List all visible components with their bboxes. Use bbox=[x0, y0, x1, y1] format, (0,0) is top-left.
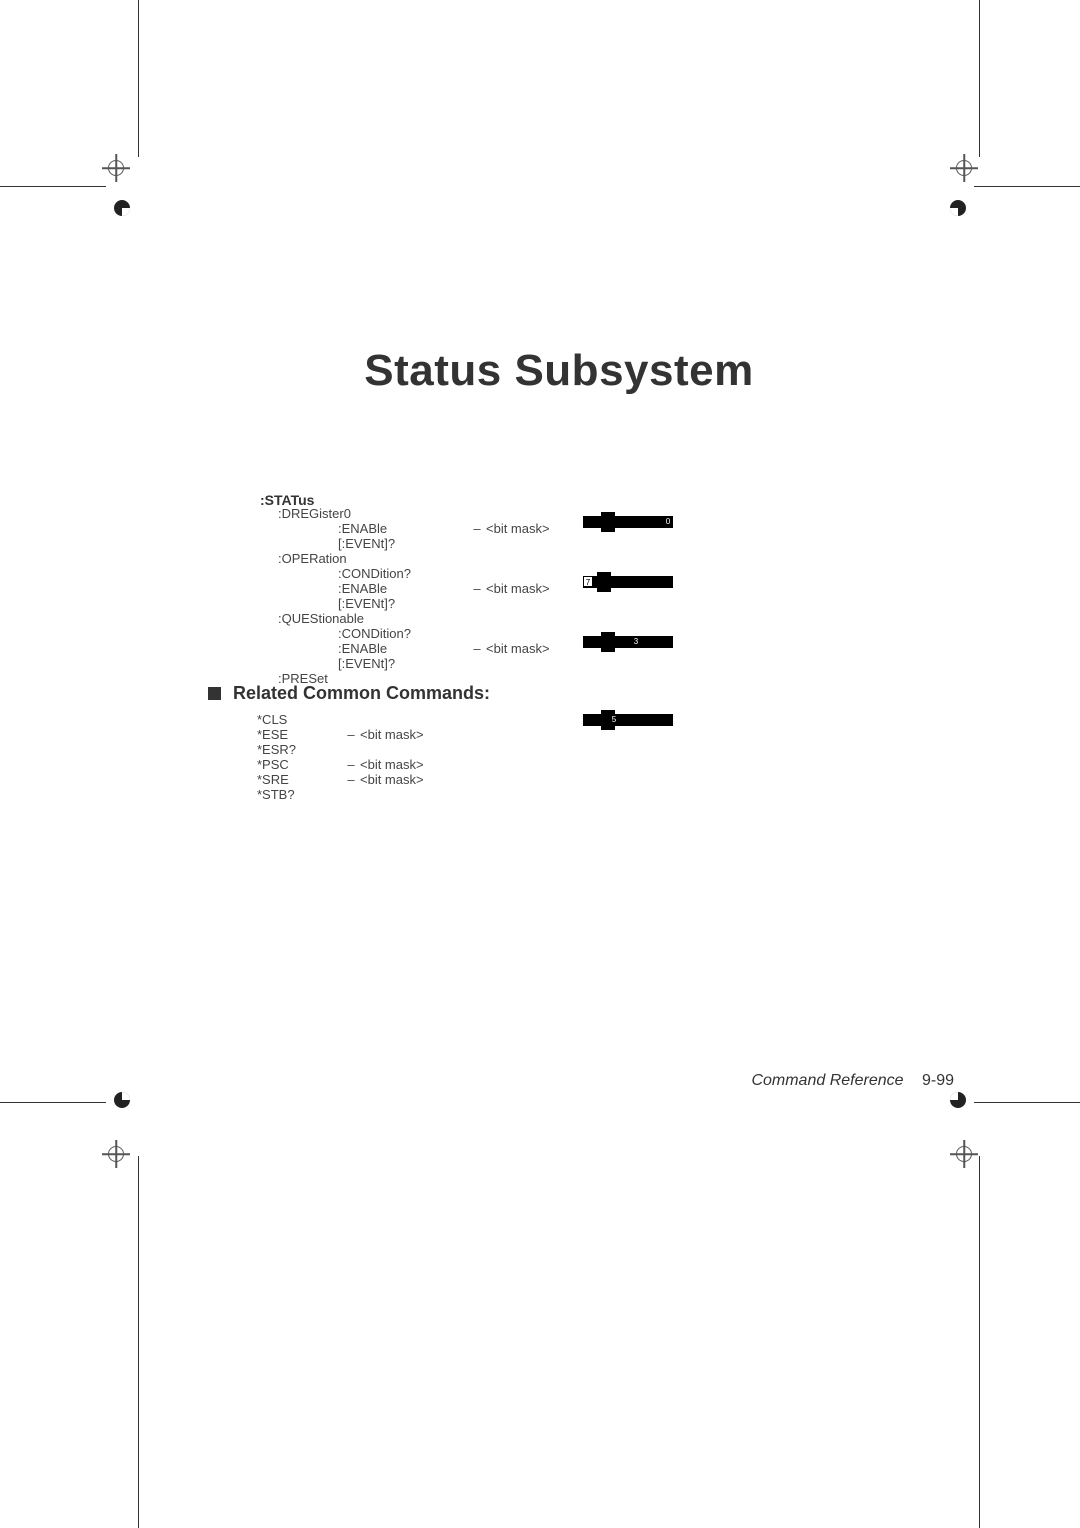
tree-oper: :OPERation bbox=[278, 551, 408, 566]
page-title: Status Subsystem bbox=[138, 346, 980, 396]
tree-ques: :QUEStionable bbox=[278, 611, 408, 626]
crop-mark bbox=[979, 1156, 980, 1528]
crop-mark bbox=[974, 186, 1080, 187]
tree-dreg-enable: :ENABle bbox=[338, 521, 468, 536]
crop-mark bbox=[138, 1156, 139, 1528]
page-footer: Command Reference 9-99 bbox=[751, 1072, 954, 1090]
thumb-tab: 5 bbox=[583, 710, 673, 730]
register-mark-icon bbox=[950, 154, 978, 182]
thumb-tab: 3 bbox=[583, 632, 673, 652]
bullet-square-icon bbox=[208, 687, 221, 700]
footer-page-number: 9-99 bbox=[922, 1072, 954, 1089]
tree-dreg-event: [:EVENt]? bbox=[338, 536, 468, 551]
separator: – bbox=[468, 581, 486, 596]
tree-oper-event: [:EVENt]? bbox=[338, 596, 468, 611]
cmd-psc-arg: <bit mask> bbox=[360, 757, 424, 772]
halftone-dot-icon bbox=[114, 200, 130, 216]
register-mark-icon bbox=[950, 1140, 978, 1168]
cmd-psc: *PSC bbox=[257, 757, 342, 772]
cmd-sre: *SRE bbox=[257, 772, 342, 787]
page-content: Status Subsystem :STATus :DREGister0 :EN… bbox=[138, 186, 980, 1102]
section-heading-text: Related Common Commands: bbox=[233, 683, 490, 703]
cmd-ese: *ESE bbox=[257, 727, 342, 742]
tree-oper-enable: :ENABle bbox=[338, 581, 468, 596]
separator: – bbox=[468, 521, 486, 536]
cmd-esr: *ESR? bbox=[257, 742, 342, 757]
cmd-ese-arg: <bit mask> bbox=[360, 727, 424, 742]
tree-ques-enable-arg: <bit mask> bbox=[486, 641, 550, 656]
register-mark-icon bbox=[102, 154, 130, 182]
tree-ques-event: [:EVENt]? bbox=[338, 656, 468, 671]
cmd-sre-arg: <bit mask> bbox=[360, 772, 424, 787]
section-heading: Related Common Commands: bbox=[208, 683, 490, 704]
thumb-tab-num: 7 bbox=[583, 576, 593, 587]
thumb-tab-num: 5 bbox=[609, 714, 619, 725]
tree-oper-enable-arg: <bit mask> bbox=[486, 581, 550, 596]
thumb-tab: 7 bbox=[583, 572, 673, 592]
halftone-dot-icon bbox=[114, 1092, 130, 1108]
crop-mark bbox=[974, 1102, 1080, 1103]
crop-mark bbox=[0, 186, 106, 187]
separator: – bbox=[342, 772, 360, 787]
tree-dreg: :DREGister0 bbox=[278, 506, 408, 521]
crop-mark bbox=[138, 0, 139, 157]
common-commands: *CLS *ESE – <bit mask> *ESR? *PSC – <bit… bbox=[257, 712, 424, 802]
thumb-tab: 0 bbox=[583, 512, 673, 532]
tree-ques-enable: :ENABle bbox=[338, 641, 468, 656]
separator: – bbox=[342, 727, 360, 742]
thumb-tab-num: 0 bbox=[663, 516, 673, 527]
scpi-tree: :DREGister0 :ENABle – <bit mask> [:EVENt… bbox=[278, 506, 550, 686]
tree-dreg-enable-arg: <bit mask> bbox=[486, 521, 550, 536]
thumb-tab-num: 3 bbox=[631, 636, 641, 647]
register-mark-icon bbox=[102, 1140, 130, 1168]
cmd-stb: *STB? bbox=[257, 787, 342, 802]
separator: – bbox=[468, 641, 486, 656]
footer-label: Command Reference bbox=[751, 1072, 903, 1089]
tree-oper-cond: :CONDition? bbox=[338, 566, 468, 581]
cmd-cls: *CLS bbox=[257, 712, 342, 727]
separator: – bbox=[342, 757, 360, 772]
crop-mark bbox=[0, 1102, 106, 1103]
crop-mark bbox=[979, 0, 980, 157]
tree-ques-cond: :CONDition? bbox=[338, 626, 468, 641]
